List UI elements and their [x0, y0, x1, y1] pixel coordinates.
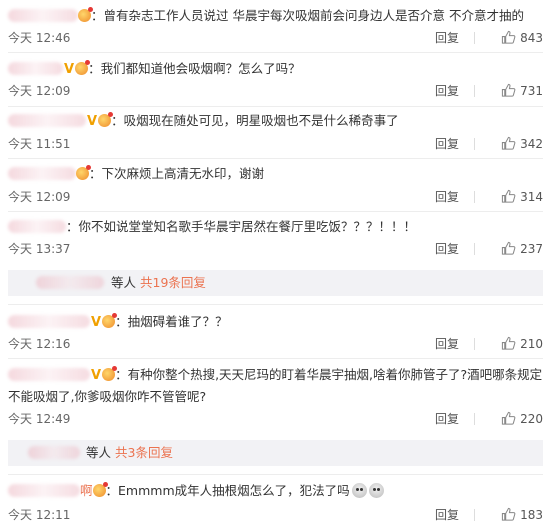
- divider: [474, 509, 475, 521]
- like-button[interactable]: 183: [501, 506, 543, 524]
- expander-text: 等人: [111, 275, 137, 290]
- divider: [8, 474, 543, 475]
- replies-expander[interactable]: 等人 共3条回复: [8, 440, 543, 466]
- fan-medal-icon: [102, 366, 118, 381]
- fan-medal-icon: [76, 165, 91, 180]
- reply-button[interactable]: 回复: [435, 29, 459, 47]
- comment-text: ：曾有杂志工作人员说过 华晨宇每次吸烟前会问身边人是否介意 不介意才抽的: [91, 8, 524, 23]
- comment-time: 今天 12:16: [8, 337, 71, 351]
- like-count: 183: [520, 508, 543, 522]
- like-count: 314: [520, 190, 543, 204]
- divider: [8, 106, 543, 107]
- blurred-username: [36, 276, 104, 289]
- comment-text: ：你不如说堂堂知名歌手华晨宇居然在餐厅里吃饭？？？！！！: [66, 219, 417, 234]
- reply-count-link[interactable]: 共19条回复: [140, 275, 206, 290]
- thumbs-up-icon: [501, 507, 516, 521]
- comment-time: 今天 11:51: [8, 137, 71, 151]
- divider: [474, 338, 475, 350]
- like-button[interactable]: 342: [501, 135, 543, 153]
- like-button[interactable]: 314: [501, 188, 543, 206]
- comment-time: 今天 12:46: [8, 31, 71, 45]
- divider: [8, 304, 543, 305]
- emoji-icon: [368, 483, 384, 498]
- like-button[interactable]: 731: [501, 82, 543, 100]
- fan-medal-icon: [78, 7, 93, 22]
- verified-icon: V: [64, 62, 75, 77]
- thumbs-up-icon: [501, 411, 516, 425]
- comment-time: 今天 12:09: [8, 84, 71, 98]
- username-tail[interactable]: 啊: [80, 483, 93, 498]
- comment-time: 今天 12:11: [8, 508, 71, 522]
- verified-icon: V: [87, 114, 98, 129]
- divider: [474, 413, 475, 425]
- comment-text: ：我们都知道他会吸烟啊？怎么了吗？: [88, 61, 301, 76]
- comment-text: ：吸烟现在随处可见，明星吸烟也不是什么稀奇事了: [111, 113, 399, 128]
- reply-button[interactable]: 回复: [435, 506, 459, 524]
- divider: [8, 358, 543, 359]
- divider: [8, 52, 543, 53]
- comment-text: ：下次麻烦上高清无水印，谢谢: [89, 166, 265, 181]
- comment-text: ：抽烟碍着谁了？？: [115, 314, 228, 329]
- reply-button[interactable]: 回复: [435, 135, 459, 153]
- blurred-username[interactable]: [8, 114, 86, 127]
- like-count: 731: [520, 84, 543, 98]
- comment-text-row: ：曾有杂志工作人员说过 华晨宇每次吸烟前会问身边人是否介意 不介意才抽的: [8, 6, 543, 26]
- thumbs-up-icon: [501, 30, 516, 44]
- like-count: 220: [520, 412, 543, 426]
- thumbs-up-icon: [501, 336, 516, 350]
- verified-icon: V: [91, 315, 102, 330]
- thumbs-up-icon: [501, 83, 516, 97]
- reply-count-link[interactable]: 共3条回复: [115, 445, 173, 460]
- like-count: 342: [520, 137, 543, 151]
- blurred-username[interactable]: [8, 167, 76, 180]
- like-button[interactable]: 237: [501, 240, 543, 258]
- divider: [474, 138, 475, 150]
- divider: [474, 32, 475, 44]
- divider: [474, 191, 475, 203]
- verified-icon: V: [91, 368, 102, 383]
- divider: [8, 211, 543, 212]
- reply-button[interactable]: 回复: [435, 188, 459, 206]
- replies-expander[interactable]: 等人 共19条回复: [8, 270, 543, 296]
- reply-button[interactable]: 回复: [435, 82, 459, 100]
- thumbs-up-icon: [501, 136, 516, 150]
- blurred-username[interactable]: [8, 220, 66, 233]
- fan-medal-icon: [75, 60, 91, 75]
- like-count: 210: [520, 337, 543, 351]
- fan-medal-icon: [98, 112, 114, 127]
- blurred-username[interactable]: [8, 9, 78, 22]
- blurred-username[interactable]: [8, 484, 80, 497]
- comment-time: 今天 12:09: [8, 190, 71, 204]
- thumbs-up-icon: [501, 241, 516, 255]
- fan-medal-icon: [92, 482, 108, 497]
- expander-text: 等人: [86, 445, 112, 460]
- divider: [8, 158, 543, 159]
- comment-time: 今天 12:49: [8, 412, 71, 426]
- divider: [474, 85, 475, 97]
- fan-medal-icon: [102, 313, 118, 328]
- like-count: 237: [520, 242, 543, 256]
- reply-button[interactable]: 回复: [435, 335, 459, 353]
- divider: [474, 243, 475, 255]
- thumbs-up-icon: [501, 189, 516, 203]
- like-button[interactable]: 220: [501, 410, 543, 428]
- like-button[interactable]: 210: [501, 335, 543, 353]
- like-count: 843: [520, 31, 543, 45]
- blurred-username[interactable]: [8, 315, 90, 328]
- comment-time: 今天 13:37: [8, 242, 71, 256]
- reply-button[interactable]: 回复: [435, 410, 459, 428]
- blurred-username[interactable]: [8, 368, 90, 381]
- emoji-icon: [351, 483, 367, 498]
- comment-text: ：Emmmm成年人抽根烟怎么了，犯法了吗: [105, 483, 350, 498]
- blurred-username: [28, 446, 80, 459]
- reply-button[interactable]: 回复: [435, 240, 459, 258]
- blurred-username[interactable]: [8, 62, 63, 75]
- like-button[interactable]: 843: [501, 29, 543, 47]
